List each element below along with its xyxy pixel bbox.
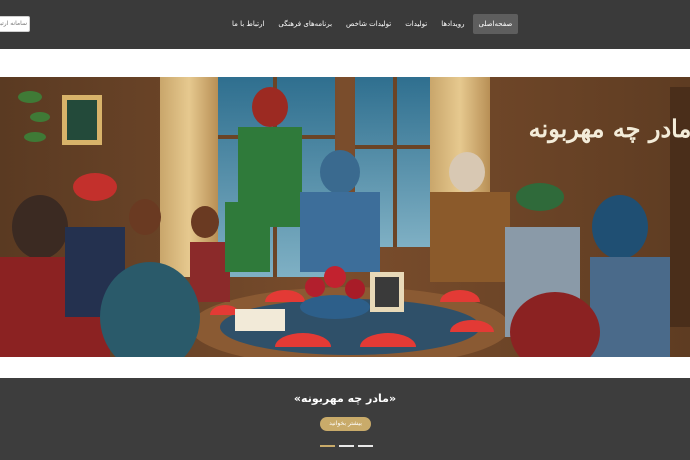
nav-item-events[interactable]: رویدادها <box>435 14 470 34</box>
top-navbar: سامانه ارتباط صفحه‌اصلی رویدادها تولیدات… <box>0 0 690 49</box>
slider-caption: «مادر چه مهربونه» بیشتر بخوانید <box>0 378 690 460</box>
main-menu: صفحه‌اصلی رویدادها تولیدات تولیدات شاخص … <box>226 14 519 34</box>
search-input[interactable]: سامانه ارتباط <box>0 16 30 32</box>
spacer-strip <box>0 49 690 77</box>
read-more-button[interactable]: بیشتر بخوانید <box>320 417 371 431</box>
nav-item-home[interactable]: صفحه‌اصلی <box>472 14 519 34</box>
slide-indicator-1[interactable] <box>320 445 335 447</box>
nav-item-featured-productions[interactable]: تولیدات شاخص <box>340 14 397 34</box>
banner-calligraphy: مادر چه مهربونه <box>529 114 690 144</box>
slider-banner-image[interactable]: مادر چه مهربونه <box>0 77 690 357</box>
slide-title: «مادر چه مهربونه» <box>293 392 397 405</box>
nav-item-cultural-programs[interactable]: برنامه‌های فرهنگی <box>272 14 338 34</box>
book <box>235 309 285 331</box>
nav-item-productions[interactable]: تولیدات <box>399 14 433 34</box>
nav-item-contact[interactable]: ارتباط با ما <box>226 14 270 34</box>
slide-indicator-2[interactable] <box>339 445 354 447</box>
slide-indicator-3[interactable] <box>358 445 373 447</box>
slider-indicators <box>320 445 373 447</box>
